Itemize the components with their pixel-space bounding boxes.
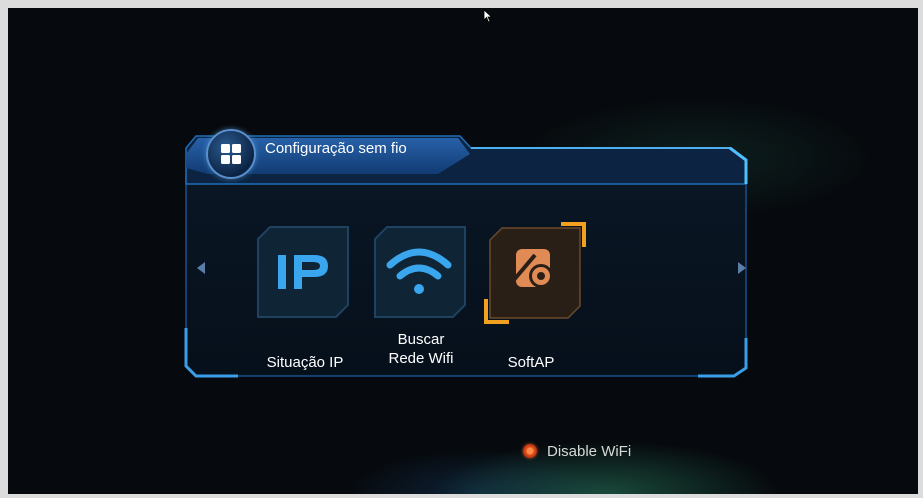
menu-badge (206, 129, 256, 179)
menu-item-label: SoftAP (507, 354, 555, 371)
tv-screen: Configuração sem fio Situação IP Buscar … (8, 8, 918, 494)
page-title: Configuração sem fio (265, 140, 407, 157)
menu-item-scan-wifi[interactable] (373, 225, 467, 319)
menu-item-softap[interactable] (483, 221, 587, 325)
menu-item-label: Buscar Rede Wifi (388, 331, 454, 367)
arrow-left-icon[interactable] (195, 261, 207, 275)
softap-icon (511, 249, 553, 288)
menu-item-ip-status[interactable] (256, 225, 350, 319)
grid-icon (221, 144, 241, 164)
hint-label: Disable WiFi (547, 443, 632, 460)
mouse-pointer-icon (483, 9, 493, 23)
arrow-right-icon[interactable] (736, 261, 748, 275)
red-button-icon (523, 444, 537, 458)
menu-item-label: Situação IP (266, 354, 344, 371)
